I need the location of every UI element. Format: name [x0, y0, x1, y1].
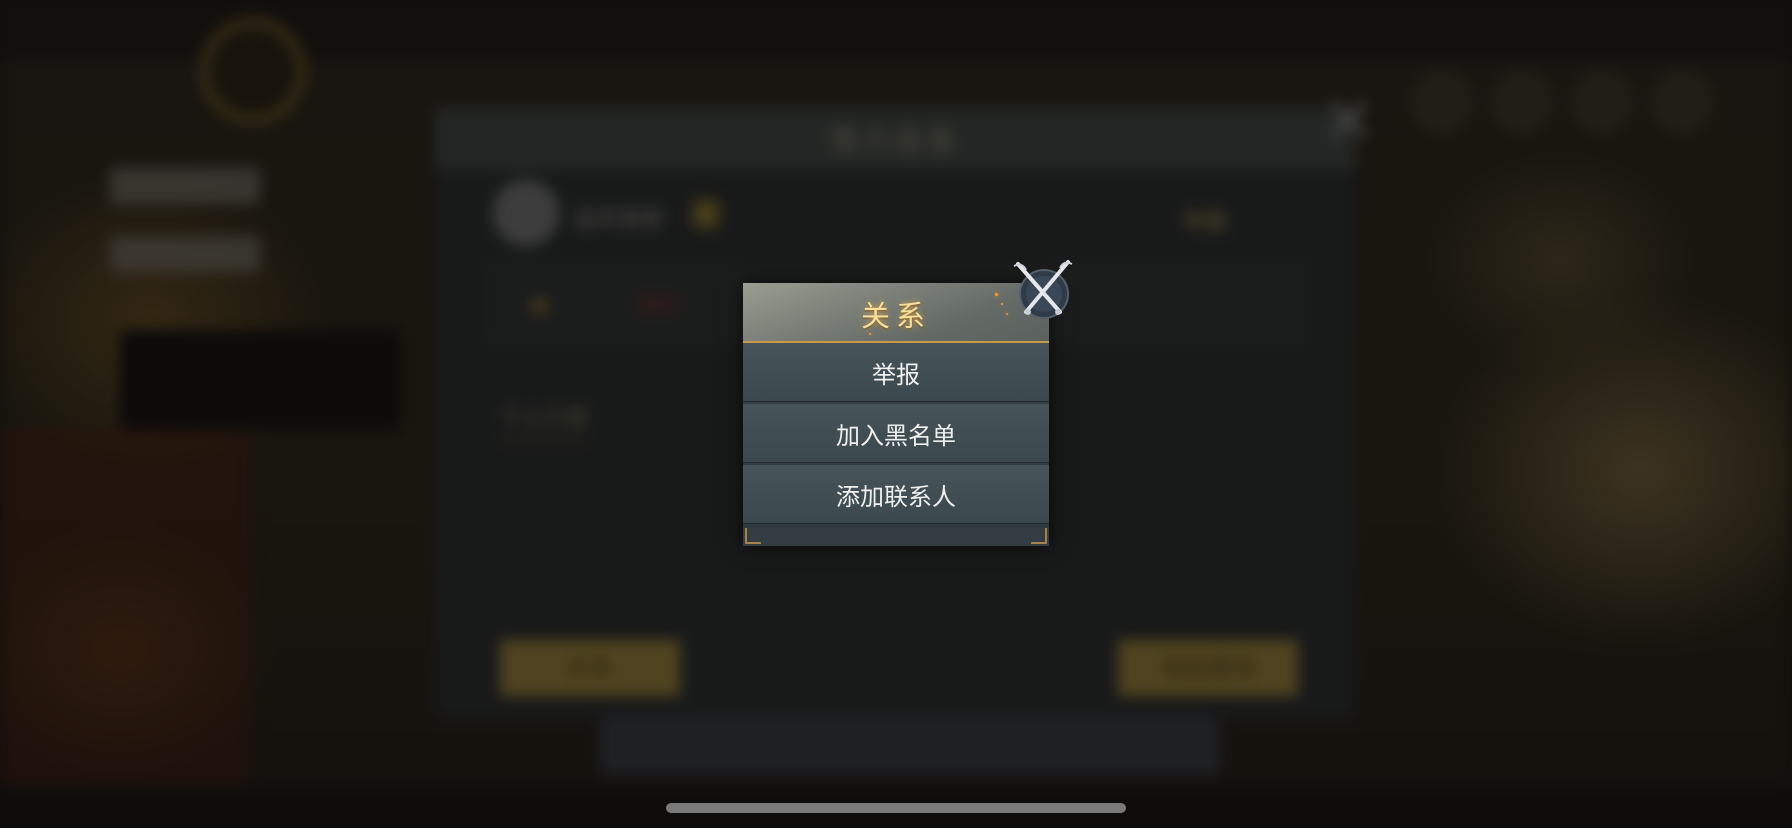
add-blacklist-button[interactable]: 加入黑名单: [743, 404, 1049, 463]
ember-spark: [1006, 313, 1008, 315]
crossed-swords-icon: [1013, 260, 1073, 319]
popup-title: 关系: [860, 299, 931, 333]
popup-header: 关系: [743, 283, 1049, 343]
ember-spark: [995, 293, 998, 296]
relation-popup: 关系 举报 加入黑名单 添加联系人: [743, 283, 1049, 546]
ember-spark: [869, 333, 871, 335]
popup-footer: [743, 528, 1049, 546]
corner-ornament: [1031, 528, 1047, 544]
close-icon[interactable]: [1010, 258, 1074, 322]
corner-ornament: [745, 528, 761, 544]
report-button[interactable]: 举报: [743, 343, 1049, 402]
add-contact-button[interactable]: 添加联系人: [743, 465, 1049, 524]
home-indicator[interactable]: [666, 803, 1126, 813]
ember-spark: [1001, 303, 1003, 305]
